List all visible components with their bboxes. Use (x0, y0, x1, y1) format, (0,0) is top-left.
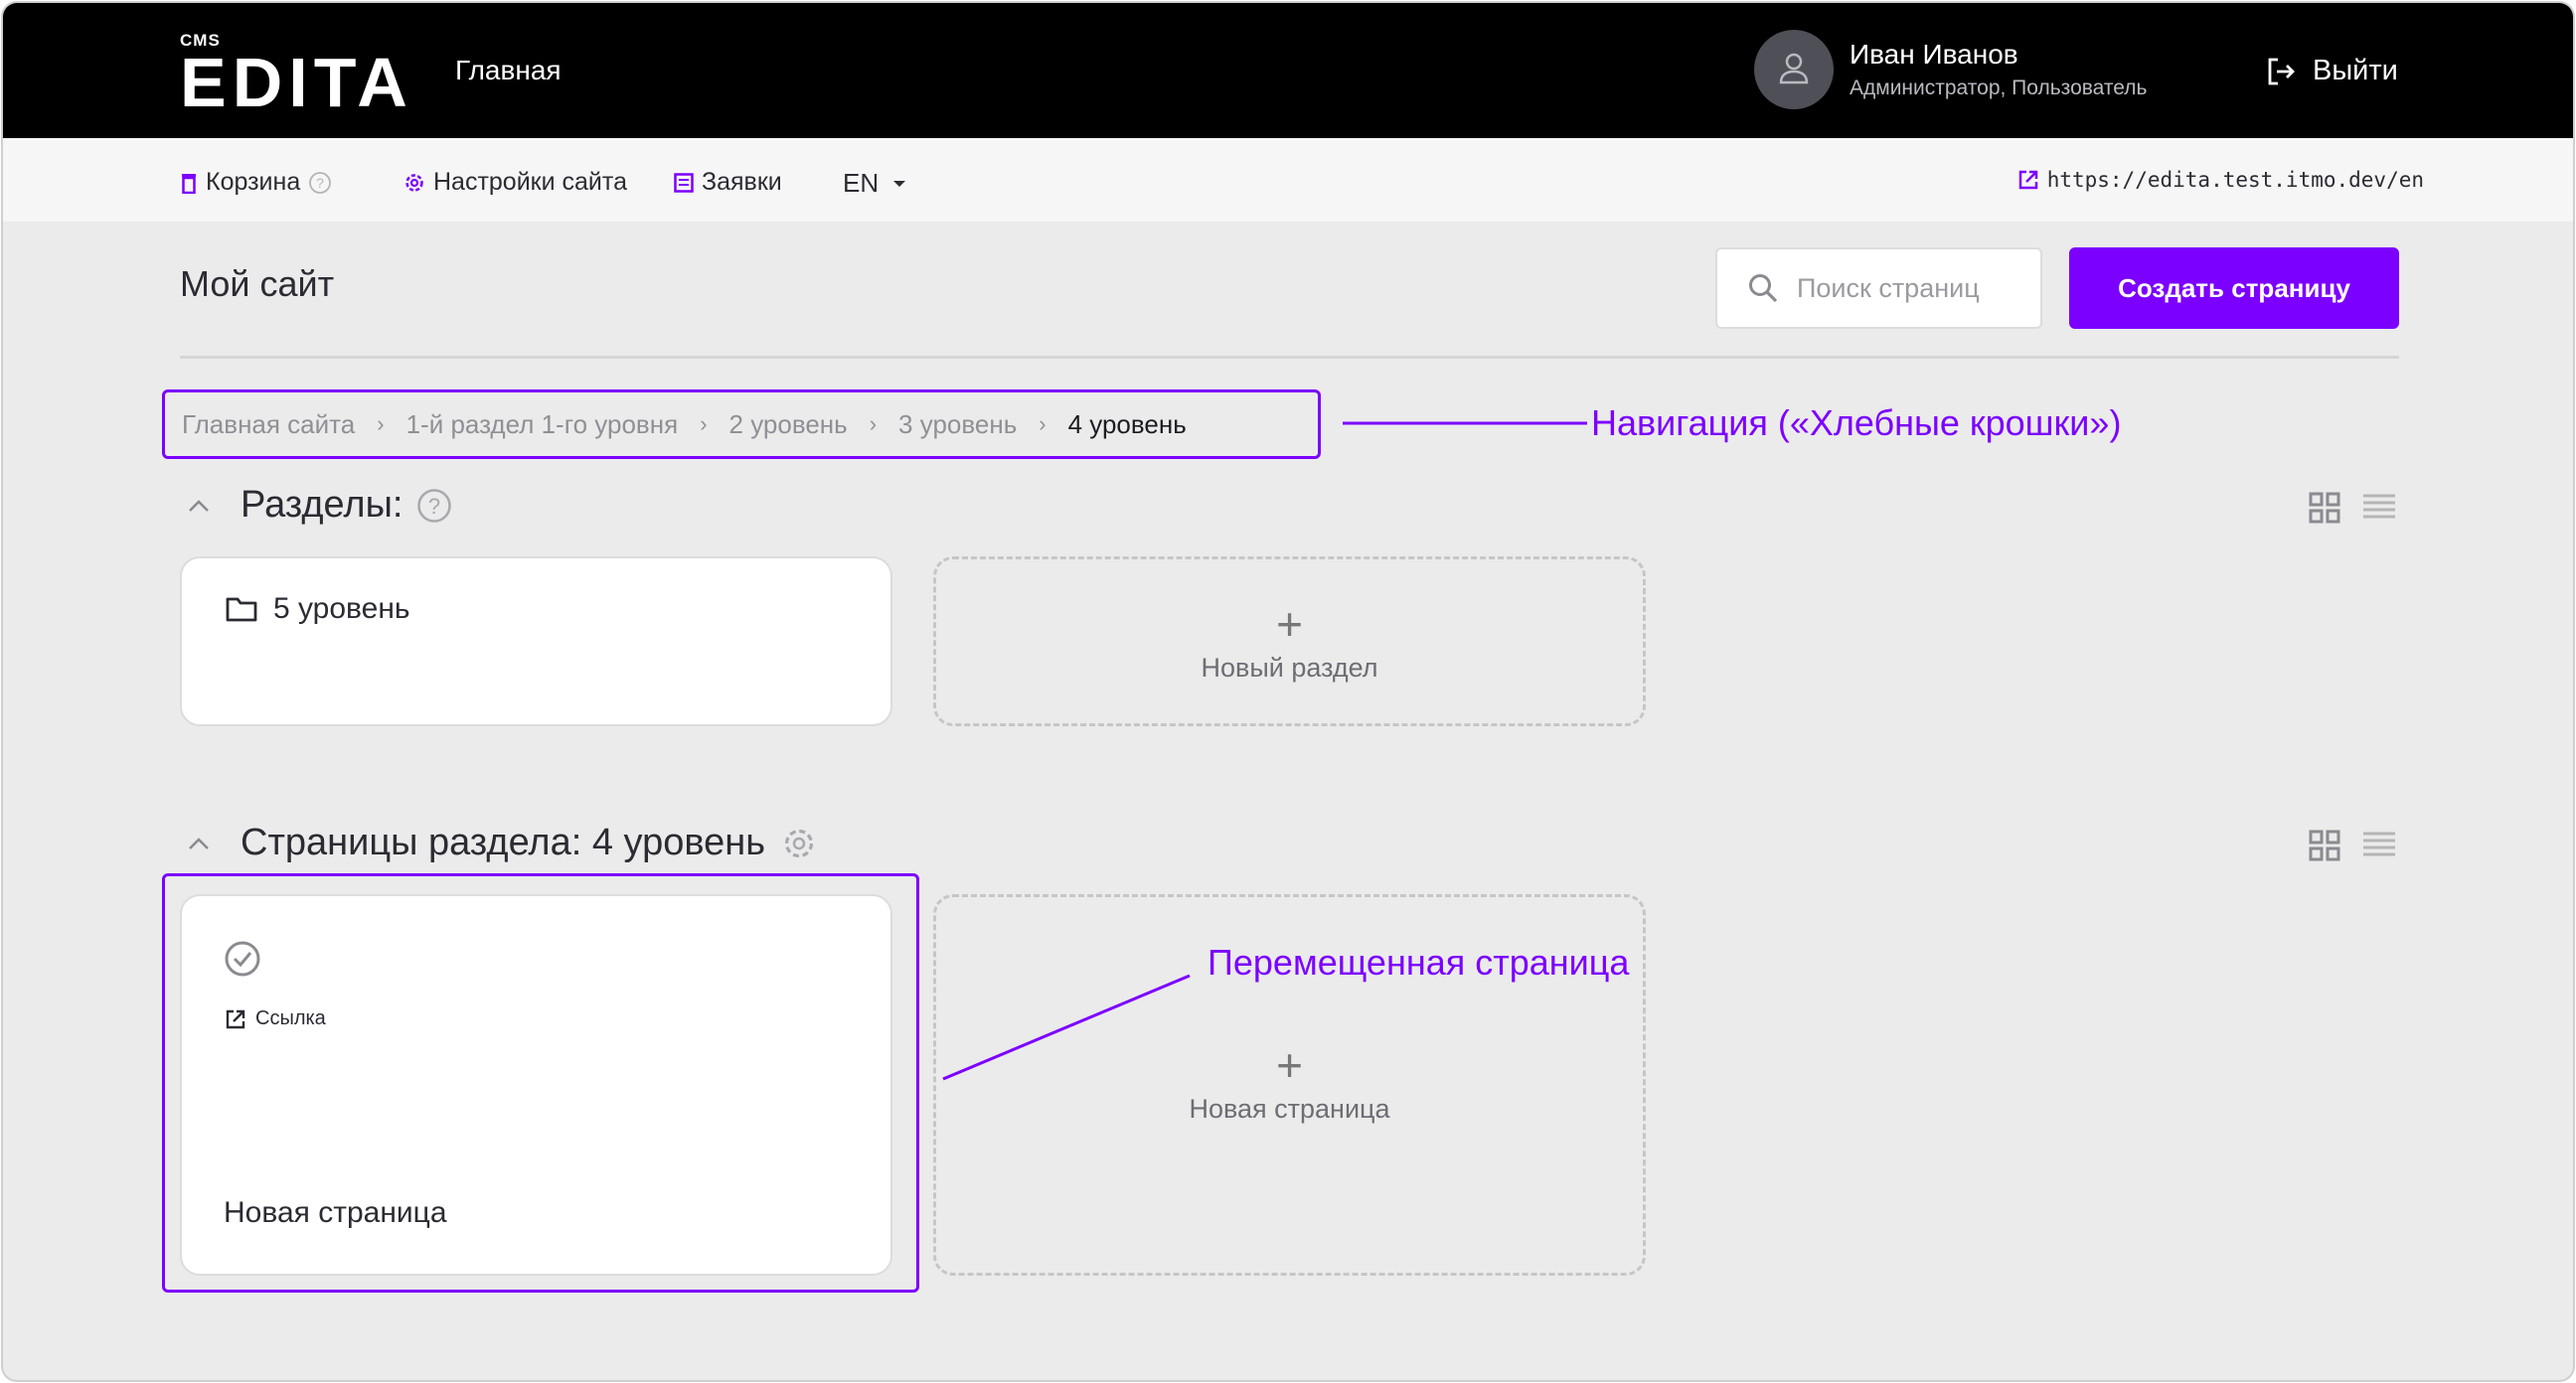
external-link-icon (226, 1009, 245, 1028)
logo-main-text: EDITA (180, 44, 413, 121)
edita-logo[interactable]: CMS EDITA (180, 31, 413, 121)
help-icon[interactable]: ? (308, 171, 332, 195)
chevron-right-icon: › (700, 411, 708, 436)
secondary-toolbar: Корзина ? Настройки сайта Заявки EN http… (3, 138, 2573, 222)
search-input[interactable]: Поиск страниц (1715, 247, 2042, 329)
requests-button[interactable]: Заявки (674, 168, 782, 197)
search-icon (1749, 274, 1778, 303)
gear-icon (405, 173, 423, 192)
external-link-icon (2018, 170, 2037, 190)
avatar[interactable] (1754, 30, 1834, 109)
site-settings-label: Настройки сайта (433, 168, 627, 196)
help-icon[interactable]: ? (416, 488, 452, 524)
grid-view-icon[interactable] (2309, 492, 2340, 524)
page-link-badge[interactable]: Ссылка (226, 1007, 326, 1030)
caret-down-icon (893, 180, 906, 187)
page-link-label: Ссылка (255, 1007, 326, 1029)
logout-icon (2268, 58, 2295, 84)
logout-label: Выйти (2313, 55, 2398, 86)
svg-text:?: ? (428, 494, 440, 519)
trash-icon (182, 173, 196, 194)
breadcrumb: Главная сайта › 1-й раздел 1-го уровня ›… (162, 389, 1321, 459)
search-placeholder: Поиск страниц (1797, 272, 1980, 303)
list-view-icon[interactable] (2362, 492, 2396, 522)
chevron-up-icon[interactable] (187, 836, 211, 851)
new-page-label: Новая страница (1189, 1094, 1390, 1124)
section-card[interactable]: 5 уровень (180, 556, 892, 726)
section-card-header: 5 уровень (226, 592, 410, 626)
app-window: CMS EDITA Главная Иван Иванов Администра… (1, 1, 2575, 1382)
check-circle-icon (225, 941, 260, 977)
user-name: Иван Иванов (1850, 39, 2018, 70)
chevron-right-icon: › (377, 411, 385, 436)
logout-button[interactable]: Выйти (2265, 55, 2398, 87)
trash-button[interactable]: Корзина ? (180, 168, 332, 197)
pages-header: Страницы раздела: 4 уровень (187, 822, 817, 864)
sections-header: Разделы: ? (187, 484, 452, 527)
language-select[interactable]: EN (843, 168, 906, 199)
new-section-label: Новый раздел (1201, 653, 1378, 683)
breadcrumb-current: 4 уровень (1067, 408, 1187, 439)
home-link[interactable]: Главная (455, 55, 562, 86)
plus-icon: + (1276, 598, 1303, 650)
breadcrumb-item[interactable]: 2 уровень (729, 409, 848, 440)
sections-view-switcher (2309, 492, 2396, 524)
page-card-title: Новая страница (224, 1196, 447, 1229)
site-url-link[interactable]: https://edita.test.itmo.dev/en (2017, 168, 2424, 192)
breadcrumb-item[interactable]: Главная сайта (182, 409, 355, 440)
top-header: CMS EDITA Главная Иван Иванов Администра… (3, 3, 2573, 138)
chevron-right-icon: › (869, 411, 878, 436)
svg-text:?: ? (316, 175, 324, 191)
annotation-moved-page: Перемещенная страница (1208, 942, 1630, 983)
section-card-label: 5 уровень (273, 592, 410, 625)
requests-label: Заявки (702, 168, 782, 196)
breadcrumb-item[interactable]: 3 уровень (898, 409, 1017, 440)
pages-view-switcher (2309, 830, 2396, 861)
folder-icon (226, 597, 257, 622)
breadcrumb-item[interactable]: 1-й раздел 1-го уровня (406, 409, 679, 440)
page-title: Мой сайт (180, 263, 335, 304)
annotation-line-moved-page (942, 974, 1191, 1081)
annotation-line-breadcrumb (1343, 421, 1587, 425)
pages-title: Страницы раздела: 4 уровень (241, 822, 766, 863)
language-value: EN (843, 168, 880, 198)
list-doc-icon (674, 172, 694, 193)
chevron-up-icon[interactable] (187, 498, 211, 514)
annotation-breadcrumb: Навигация («Хлебные крошки») (1591, 402, 2122, 443)
site-url: https://edita.test.itmo.dev/en (2046, 168, 2424, 192)
site-settings-button[interactable]: Настройки сайта (403, 168, 627, 197)
plus-icon: + (1276, 1039, 1303, 1091)
header-divider (180, 356, 2399, 359)
trash-label: Корзина (206, 168, 301, 196)
grid-view-icon[interactable] (2309, 830, 2340, 861)
user-icon (1779, 53, 1809, 84)
chevron-right-icon: › (1039, 411, 1046, 436)
gear-icon[interactable] (781, 826, 817, 861)
sections-title: Разделы: (241, 484, 403, 526)
list-view-icon[interactable] (2362, 830, 2396, 859)
page-card[interactable]: Ссылка Новая страница (180, 894, 892, 1276)
create-page-button[interactable]: Создать страницу (2069, 247, 2399, 329)
new-section-button[interactable]: + Новый раздел (933, 556, 1646, 726)
user-role: Администратор, Пользователь (1850, 77, 2148, 99)
